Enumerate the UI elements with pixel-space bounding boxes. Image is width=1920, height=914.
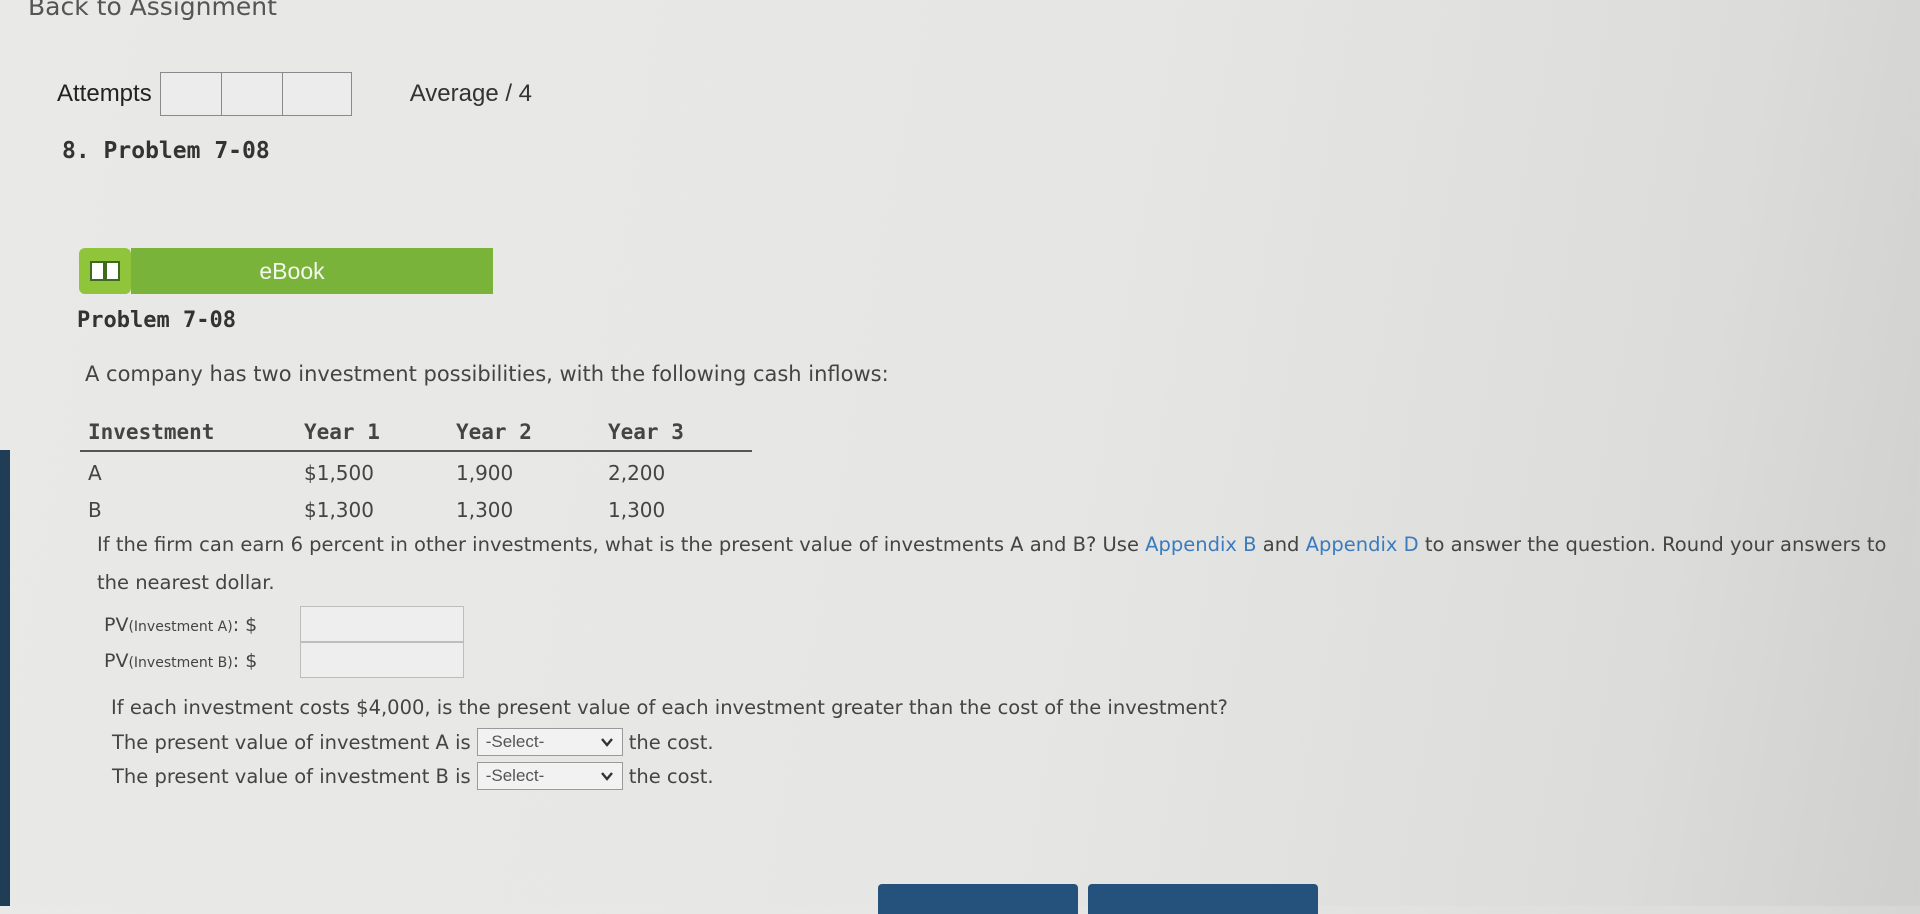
ebook-button[interactable]: eBook — [131, 248, 493, 294]
open-book-icon — [90, 261, 120, 281]
chevron-down-icon — [600, 772, 613, 781]
compare-b-after: the cost. — [628, 764, 714, 788]
compare-a-row: The present value of investment A is -Se… — [112, 728, 714, 756]
header-year-1: Year 1 — [296, 414, 448, 452]
pv-investment-b-input[interactable] — [300, 642, 464, 678]
pv-b-label: PV(Investment B): $ — [104, 650, 257, 672]
compare-b-row: The present value of investment B is -Se… — [112, 762, 714, 790]
compare-b-select[interactable]: -Select- — [476, 762, 623, 790]
cell-year-2: 1,300 — [456, 498, 514, 522]
compare-a-select[interactable]: -Select- — [476, 728, 623, 756]
cell-investment: A — [88, 461, 102, 485]
problem-intro: A company has two investment possibiliti… — [85, 362, 889, 386]
cell-year-2: 1,900 — [456, 461, 514, 485]
question-part-2: and — [1256, 533, 1306, 556]
table-header-row: Investment Year 1 Year 2 Year 3 — [80, 414, 752, 452]
attempts-row: Attempts Average / 4 — [57, 72, 532, 116]
header-year-2: Year 2 — [448, 414, 600, 452]
pv-a-prefix: PV — [104, 614, 129, 636]
cash-inflow-table: Investment Year 1 Year 2 Year 3 A $1,500… — [80, 414, 752, 526]
pv-b-row: PV(Investment B): $ — [104, 650, 257, 672]
cell-investment: B — [88, 498, 102, 522]
left-edge-strip — [0, 450, 10, 906]
compare-a-label: The present value of investment A is — [112, 730, 471, 754]
header-year-3: Year 3 — [600, 414, 752, 452]
select-b-value: -Select- — [485, 766, 545, 785]
chevron-down-icon — [600, 738, 613, 747]
cell-year-1: $1,300 — [304, 498, 374, 522]
header-investment: Investment — [80, 414, 296, 452]
pv-b-subscript: (Investment B) — [128, 655, 233, 671]
compare-a-after: the cost. — [628, 730, 714, 754]
table-row: A $1,500 1,900 2,200 — [80, 451, 752, 489]
select-a-value: -Select- — [485, 732, 545, 751]
attempt-box-2 — [222, 73, 283, 115]
ebook-icon-button[interactable] — [79, 248, 131, 294]
bottom-action-button-1[interactable] — [878, 884, 1078, 914]
attempt-boxes — [159, 72, 352, 116]
problem-title: 8. Problem 7-08 — [62, 138, 270, 164]
attempts-label: Attempts — [57, 80, 152, 107]
pv-a-label: PV(Investment A): $ — [104, 614, 257, 636]
pv-a-row: PV(Investment A): $ — [104, 614, 257, 636]
appendix-b-link[interactable]: Appendix B — [1145, 533, 1256, 556]
problem-subtitle: Problem 7-08 — [77, 308, 236, 333]
attempt-box-1 — [161, 73, 222, 115]
question-text: If the firm can earn 6 percent in other … — [97, 526, 1897, 602]
table-row: B $1,300 1,300 1,300 — [80, 489, 752, 526]
pv-b-prefix: PV — [104, 650, 129, 672]
question-2-text: If each investment costs $4,000, is the … — [111, 696, 1228, 719]
cell-year-3: 2,200 — [608, 461, 666, 485]
back-to-assignment-link[interactable]: Back to Assignment — [28, 0, 277, 21]
compare-b-label: The present value of investment B is — [112, 764, 471, 788]
bottom-action-button-2[interactable] — [1088, 884, 1318, 914]
question-part-1: If the firm can earn 6 percent in other … — [97, 533, 1146, 556]
pv-a-suffix: : $ — [232, 614, 258, 636]
pv-b-suffix: : $ — [232, 650, 258, 672]
pv-investment-a-input[interactable] — [300, 606, 464, 642]
average-score: Average / 4 — [409, 80, 533, 107]
pv-a-subscript: (Investment A) — [128, 619, 233, 635]
appendix-d-link[interactable]: Appendix D — [1306, 533, 1419, 556]
cell-year-1: $1,500 — [304, 461, 374, 485]
attempt-box-3 — [283, 73, 351, 115]
cell-year-3: 1,300 — [608, 498, 666, 522]
ebook-label: eBook — [259, 257, 325, 284]
